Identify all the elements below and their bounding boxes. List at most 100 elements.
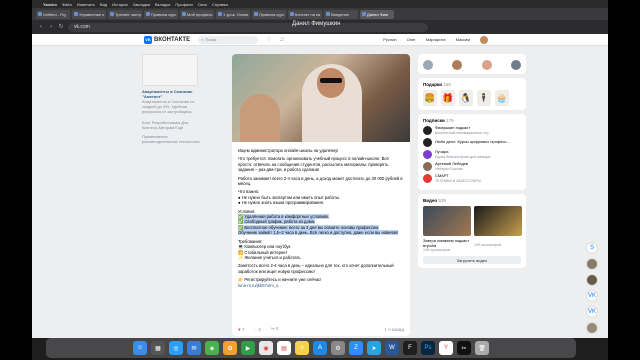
gifts-title[interactable]: Подарки 165 — [423, 82, 521, 87]
forward-icon[interactable]: › — [48, 24, 54, 30]
photos-icon[interactable]: ✿ — [223, 341, 237, 355]
browser-tab[interactable]: Правила курс — [144, 9, 178, 19]
post-link[interactable]: luna-rs.ru/jkb57utm_s... — [238, 283, 282, 288]
friend-name[interactable]: Олег — [407, 37, 416, 42]
tab-favicon-icon — [38, 12, 42, 16]
avatar[interactable] — [586, 274, 598, 286]
settings-icon[interactable]: ⚙ — [331, 341, 345, 355]
browser-tab-active[interactable]: Данил Фим — [360, 9, 394, 19]
url-field[interactable]: vk.com — [68, 22, 428, 32]
yandex-browser-icon[interactable]: Y — [439, 341, 453, 355]
friend-item[interactable] — [481, 60, 492, 70]
calendar-icon[interactable]: ▤ — [277, 341, 291, 355]
reload-icon[interactable]: ↻ — [58, 24, 64, 30]
trash-icon[interactable]: 🗑 — [475, 341, 489, 355]
ad-title[interactable]: Апартаменты в Сколкове "Аметист" — [142, 89, 202, 99]
maps-icon[interactable]: ◈ — [205, 341, 219, 355]
app-name[interactable]: Yandex — [43, 2, 57, 7]
mail-icon[interactable]: ✉ — [187, 341, 201, 355]
menu-tabs[interactable]: Вкладки — [155, 2, 170, 7]
browser-tab[interactable]: Untitled - Fig — [36, 9, 70, 19]
post-footer: ♥ 7 ◌ 2 ↪ 0 1 ч назад — [238, 326, 404, 332]
right-column: Подарки 165 🍔 🎁 🐧 🕴 🧁 Подписки 176 Фимуш… — [418, 54, 526, 272]
chrome-icon[interactable]: ◉ — [259, 341, 273, 355]
notes-icon[interactable]: ≡ — [295, 341, 309, 355]
finder-icon[interactable]: ☺ — [133, 341, 147, 355]
menu-edit[interactable]: Изменить — [77, 2, 95, 7]
video-item[interactable]: 12K просмотров — [474, 206, 522, 252]
post-card: Ищем администратора онлайн-школы на удал… — [232, 54, 410, 336]
launchpad-icon[interactable]: ▦ — [151, 341, 165, 355]
menu-window[interactable]: Окно — [198, 2, 207, 7]
back-icon[interactable]: ‹ — [38, 24, 44, 30]
subscription-item[interactable]: Фимушкин подкаст Бесплатный инновационное… — [423, 126, 521, 135]
post-paragraph: Что важно: ● Не нужно быть экспертом или… — [238, 189, 341, 206]
music-icon[interactable]: ♫ — [279, 37, 284, 43]
subscriptions-title[interactable]: Подписки 176 — [423, 118, 521, 123]
ad-image[interactable] — [142, 54, 198, 86]
browser-tab[interactable]: Мой профиль — [180, 9, 214, 19]
friend-name[interactable]: Максим — [456, 37, 470, 42]
safari-icon[interactable]: ◎ — [169, 341, 183, 355]
gift-figure-icon[interactable]: 🕴 — [477, 90, 491, 106]
repost-button[interactable]: ↪ 0 — [271, 326, 279, 332]
subscription-item[interactable]: Лучара Курсы благополучия для женщин — [423, 150, 521, 159]
like-button[interactable]: ♥ 7 — [238, 327, 244, 332]
friend-item[interactable] — [423, 60, 433, 70]
browser-tab[interactable]: Тренинг застр — [108, 9, 142, 19]
app-store-icon[interactable]: A — [313, 341, 327, 355]
gift-burger-icon[interactable]: 🍔 — [423, 90, 437, 106]
browser-tab[interactable]: Контакт на ка — [288, 9, 322, 19]
zoom-icon[interactable]: Z — [349, 341, 363, 355]
post-photo[interactable] — [232, 54, 410, 142]
menu-view[interactable]: Вид — [100, 2, 107, 7]
avatar[interactable] — [480, 35, 488, 44]
vk-icon[interactable]: VK — [586, 306, 598, 318]
search-input[interactable]: ⌕ Поиск — [198, 35, 259, 44]
vk-logo[interactable]: VK ВКОНТАКТЕ — [144, 35, 190, 44]
tab-favicon-icon — [110, 12, 114, 16]
subscription-item[interactable]: СМАРТ ТЕХНИКА И АКСЕССУАРЫ — [423, 174, 521, 183]
floating-app-icons: S VK VK — [586, 242, 598, 334]
figma-icon[interactable]: F — [403, 341, 417, 355]
footer-links[interactable]: Блог Разработчикам Для бизнеса Авторам Е… — [142, 120, 202, 130]
menu-history[interactable]: История — [112, 2, 128, 7]
subscription-item[interactable]: Люби дело. Курсы цифровых професс... — [423, 138, 521, 147]
photoshop-icon[interactable]: Ps — [421, 341, 435, 355]
vk-icon[interactable]: VK — [586, 290, 598, 302]
gift-cake-icon[interactable]: 🧁 — [495, 90, 509, 106]
gift-penguin-icon[interactable]: 🐧 — [459, 90, 473, 106]
menu-profiles[interactable]: Профили — [175, 2, 192, 7]
browser-tab[interactable]: Введение — [324, 9, 358, 19]
tab-favicon-icon — [290, 12, 294, 16]
facetime-icon[interactable]: ▶ — [241, 341, 255, 355]
avatar — [423, 162, 432, 171]
skype-icon[interactable]: S — [586, 242, 598, 254]
friend-item[interactable] — [452, 60, 463, 70]
browser-tab[interactable]: Управление к — [72, 9, 106, 19]
friend-name[interactable]: Маргарита — [426, 37, 446, 42]
menu-file[interactable]: Файл — [62, 2, 72, 7]
comment-button[interactable]: ◌ 2 — [254, 327, 260, 332]
friend-name[interactable]: Руслан — [383, 37, 396, 42]
avatar — [481, 60, 492, 70]
post-time[interactable]: 1 ч назад — [385, 327, 404, 332]
screen: Yandex Файл Изменить Вид История Закладк… — [32, 0, 608, 360]
video-item[interactable]: Завтра снимаем подкаст втроём 14K просмо… — [423, 206, 471, 252]
menu-help[interactable]: Справка — [212, 2, 228, 7]
word-icon[interactable]: W — [385, 341, 399, 355]
capcut-icon[interactable]: ✂ — [457, 341, 471, 355]
avatar[interactable] — [586, 258, 598, 270]
browser-tab[interactable]: 1 урок. Основ — [216, 9, 250, 19]
gift-box-icon[interactable]: 🎁 — [441, 90, 455, 106]
subscription-item[interactable]: Артемий Лебедев Нейтрал Босоже — [423, 162, 521, 171]
upload-video-button[interactable]: Загрузить видео — [423, 256, 521, 264]
friend-item[interactable] — [510, 60, 521, 70]
avatar[interactable] — [586, 322, 598, 334]
video-title[interactable]: Видео 539 — [423, 198, 521, 203]
vk-header: VK ВКОНТАКТЕ ⌕ Поиск ♢ ♫ Руслан Олег Мар… — [32, 34, 608, 46]
menu-bookmarks[interactable]: Закладки — [133, 2, 150, 7]
telegram-icon[interactable]: ➤ — [367, 341, 381, 355]
browser-tab[interactable]: Правила курс — [252, 9, 286, 19]
bell-icon[interactable]: ♢ — [266, 36, 271, 43]
